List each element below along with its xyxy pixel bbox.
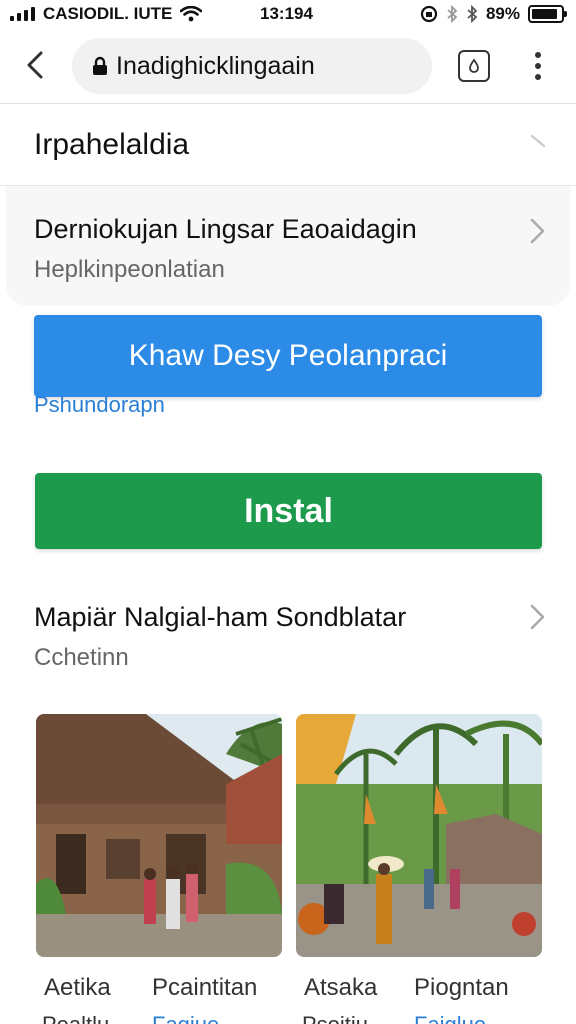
lock-icon xyxy=(93,56,107,75)
primary-action-button[interactable]: Khaw Desy Peolanpraci xyxy=(34,315,542,397)
battery-icon xyxy=(528,5,567,23)
bluetooth-icon-secondary xyxy=(467,5,478,23)
install-label: Instal xyxy=(244,491,333,530)
carrier-label: CASIODIL. IUTE xyxy=(43,4,173,23)
app-info-row[interactable]: Derniokujan Lingsar Eaoaidagin Heplkinpe… xyxy=(0,186,576,306)
url-text: Inadighicklingaain xyxy=(116,51,315,80)
gallery-subtitle: Cchetinn xyxy=(34,644,129,671)
bluetooth-icon xyxy=(447,5,458,23)
gallery-caption-secondary: Pealtlu xyxy=(42,1012,109,1024)
house-village-image xyxy=(36,714,282,957)
gallery-header-row[interactable]: Mapiär Nalgial-ham Sondblatar Cchetinn xyxy=(0,590,576,690)
gallery-caption-link[interactable]: Fagiue xyxy=(152,1012,219,1024)
install-button[interactable]: Instal xyxy=(35,473,542,549)
gallery-caption-secondary: Psoitiu xyxy=(302,1012,368,1024)
status-bar: CASIODIL. IUTE 13:194 89% xyxy=(0,0,576,28)
gallery-caption: Aetika xyxy=(44,974,111,1001)
clock: 13:194 xyxy=(260,4,313,23)
gallery-photo-street[interactable] xyxy=(296,714,542,957)
tabs-button[interactable] xyxy=(458,50,490,82)
page-title: Irpahelaldia xyxy=(34,128,190,161)
chevron-right-icon[interactable] xyxy=(528,132,548,152)
tabs-icon xyxy=(469,58,479,73)
chevron-left-icon xyxy=(27,51,43,79)
gallery-caption: Piogntan xyxy=(414,974,509,1001)
gallery-caption: Atsaka xyxy=(304,974,378,1001)
rotation-lock-icon xyxy=(420,5,438,23)
page-header: Irpahelaldia xyxy=(0,106,576,186)
app-name: Derniokujan Lingsar Eaoaidagin xyxy=(34,214,417,244)
gallery-photo-house[interactable] xyxy=(36,714,282,957)
chevron-right-icon xyxy=(530,218,545,244)
wifi-icon xyxy=(180,6,203,22)
primary-action-label: Khaw Desy Peolanpraci xyxy=(128,339,448,372)
gallery-caption-link[interactable]: Faiglue xyxy=(414,1012,486,1024)
signal-icon xyxy=(10,7,35,21)
battery-percent: 89% xyxy=(485,4,520,23)
more-vertical-icon xyxy=(535,52,541,58)
chevron-right-icon xyxy=(530,604,545,630)
street-market-image xyxy=(296,714,542,957)
battery-level xyxy=(532,9,557,19)
browser-toolbar: Inadighicklingaain xyxy=(0,32,576,104)
back-button[interactable] xyxy=(18,48,52,82)
primary-action-sublabel[interactable]: Pshundorapn xyxy=(34,392,165,418)
gallery-caption: Pcaintitan xyxy=(152,974,258,1001)
status-left: CASIODIL. IUTE xyxy=(10,4,203,24)
app-developer: Heplkinpeonlatian xyxy=(34,256,225,283)
address-bar[interactable]: Inadighicklingaain xyxy=(72,38,432,94)
status-right: 89% xyxy=(420,4,567,24)
gallery-title: Mapiär Nalgial-ham Sondblatar xyxy=(34,602,407,632)
more-menu-button[interactable] xyxy=(528,50,548,82)
